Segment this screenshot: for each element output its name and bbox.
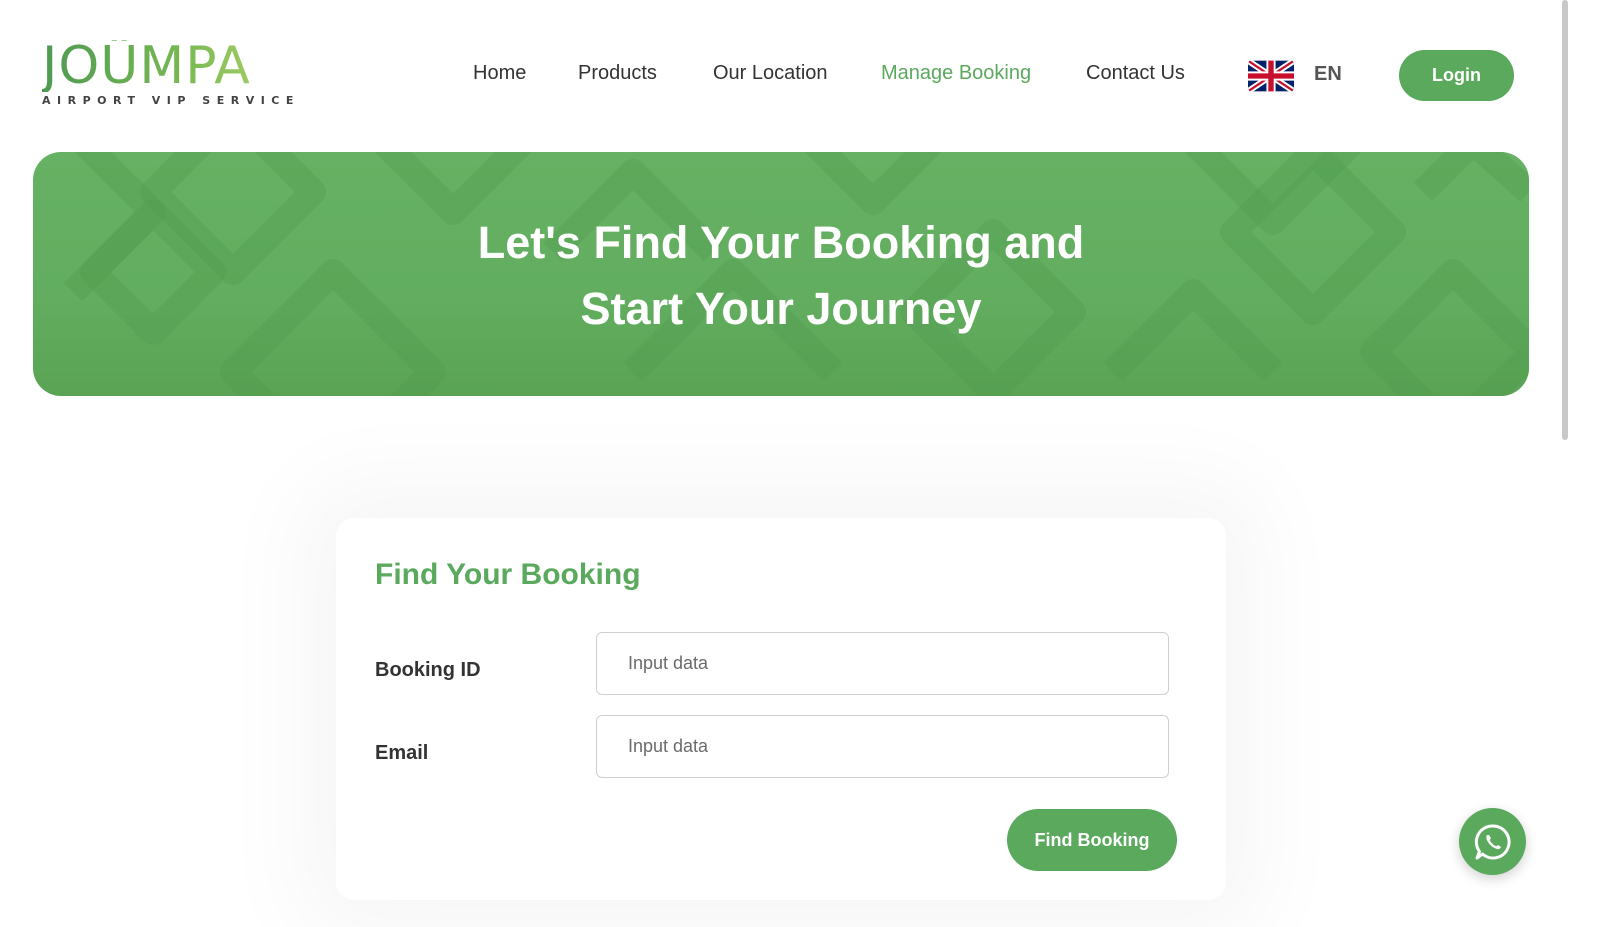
uk-flag-icon[interactable]	[1248, 59, 1294, 93]
booking-id-input[interactable]	[596, 632, 1169, 695]
hero-title: Let's Find Your Booking and Start Your J…	[33, 210, 1529, 342]
nav-products[interactable]: Products	[578, 62, 657, 85]
nav-home[interactable]: Home	[473, 62, 526, 85]
site-header: JOÜMPA AIRPORT VIP SERVICE Home Products…	[0, 0, 1560, 150]
logo-wordmark: JOÜMPA	[42, 40, 272, 92]
booking-id-label: Booking ID	[375, 659, 481, 681]
hero-title-line-1: Let's Find Your Booking and	[477, 217, 1085, 268]
joumpa-logo[interactable]: JOÜMPA AIRPORT VIP SERVICE	[42, 40, 300, 110]
whatsapp-icon	[1474, 823, 1511, 859]
scrollbar-thumb[interactable]	[1562, 0, 1568, 440]
email-label: Email	[375, 742, 429, 764]
nav-our-location[interactable]: Our Location	[713, 62, 828, 85]
form-title: Find Your Booking	[375, 558, 641, 591]
logo-tagline: AIRPORT VIP SERVICE	[42, 94, 300, 107]
find-booking-card: Find Your Booking Booking ID Email Find …	[336, 518, 1226, 900]
whatsapp-button[interactable]	[1459, 808, 1526, 875]
email-input[interactable]	[596, 715, 1169, 778]
language-selector[interactable]: EN	[1314, 63, 1342, 86]
hero-banner: Let's Find Your Booking and Start Your J…	[33, 152, 1529, 396]
hero-title-line-2: Start Your Journey	[580, 283, 982, 334]
login-button[interactable]: Login	[1399, 50, 1514, 101]
find-booking-button[interactable]: Find Booking	[1007, 809, 1177, 871]
nav-contact-us[interactable]: Contact Us	[1086, 62, 1185, 85]
nav-manage-booking[interactable]: Manage Booking	[881, 62, 1031, 85]
